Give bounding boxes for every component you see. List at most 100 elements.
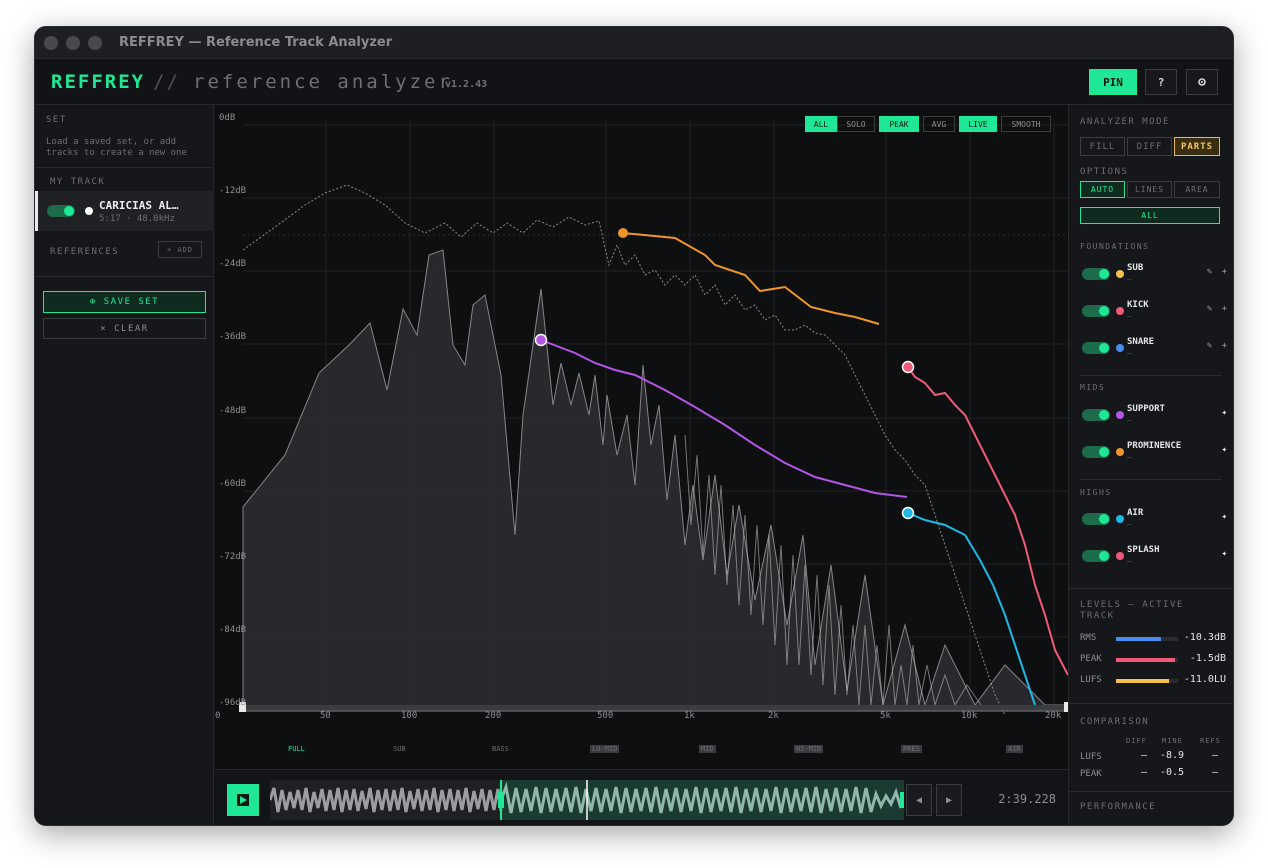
meter-fill xyxy=(1116,679,1169,683)
comparison-mine: -8.9 xyxy=(1160,750,1185,761)
layer-sub-value: — xyxy=(1127,312,1132,321)
waveform-scrubber[interactable] xyxy=(268,780,904,820)
edit-pencil-icon[interactable]: ✎ + xyxy=(1207,341,1227,351)
smooth-button[interactable]: SMOOTH xyxy=(1001,116,1051,132)
live-button[interactable]: LIVE xyxy=(959,116,997,132)
band-full[interactable]: FULL xyxy=(288,745,305,753)
band-mid[interactable]: MID xyxy=(699,745,716,753)
layer-toggle[interactable] xyxy=(1082,550,1110,562)
logo-separator: // xyxy=(153,71,180,93)
sparkle-icon[interactable]: ✦ xyxy=(1222,408,1227,418)
sparkle-icon[interactable]: + xyxy=(1222,267,1227,277)
band-sub[interactable]: SUB xyxy=(393,745,406,753)
play-button[interactable] xyxy=(227,784,259,816)
sparkle-icon[interactable]: + xyxy=(1222,304,1227,314)
layer-toggle[interactable] xyxy=(1082,513,1110,525)
avg-button[interactable]: AVG xyxy=(923,116,955,132)
layer-color-dot xyxy=(1116,344,1124,352)
layer-toggle[interactable] xyxy=(1082,268,1110,280)
comparison-mine: -0.5 xyxy=(1160,767,1185,778)
gear-icon xyxy=(1198,78,1206,86)
x-axis-label: 5k xyxy=(880,711,891,721)
close-window-button[interactable] xyxy=(44,36,58,50)
x-axis-label: 100 xyxy=(401,711,418,721)
set-note: Load a saved set, or add tracks to creat… xyxy=(46,137,187,158)
levels-heading: LEVELS — ACTIVE TRACK xyxy=(1080,600,1184,621)
band-lo-mid[interactable]: LO-MID xyxy=(590,745,620,753)
save-set-button[interactable]: ⊕ SAVE SET xyxy=(43,291,206,313)
track-color-dot xyxy=(85,207,93,215)
layer-toggle[interactable] xyxy=(1082,342,1110,354)
y-axis-label: -24dB xyxy=(219,259,247,269)
y-axis-label: 0dB xyxy=(219,113,236,123)
meter-value: -10.3dB xyxy=(1183,632,1226,643)
layer-name: SUPPORT xyxy=(1127,404,1165,414)
minimize-window-button[interactable] xyxy=(66,36,80,50)
y-axis-label: -84dB xyxy=(219,625,247,635)
right-panel: ANALYZER MODE FILL DIFF PARTS OPTIONS AU… xyxy=(1068,105,1233,825)
y-axis-label: -48dB xyxy=(219,406,247,416)
help-button[interactable]: ? xyxy=(1145,69,1177,95)
band-bass[interactable]: BASS xyxy=(492,745,509,753)
edit-pencil-icon[interactable]: ✎ + xyxy=(1207,267,1227,277)
track-enable-toggle[interactable] xyxy=(47,205,75,217)
sparkle-icon[interactable]: ✦ xyxy=(1222,445,1227,455)
option-auto-button[interactable]: AUTO xyxy=(1080,181,1125,198)
x-axis-label: 10k xyxy=(961,711,978,721)
spectrum-graph[interactable]: 0dB -12dB -24dB -36dB -48dB -60dB -72dB … xyxy=(215,105,1068,721)
layer-prominence[interactable]: PROMINENCE — ✦ xyxy=(1082,441,1227,471)
add-reference-button[interactable]: + ADD xyxy=(158,241,202,258)
sparkle-icon[interactable]: ✦ xyxy=(1222,512,1227,522)
comparison-row-label: PEAK xyxy=(1080,769,1102,779)
comparison-refs: — xyxy=(1212,750,1219,761)
app-version: v1.2.43 xyxy=(445,79,488,90)
band-air[interactable]: AIR xyxy=(1006,745,1023,753)
layer-toggle[interactable] xyxy=(1082,305,1110,317)
x-axis-label: 20k xyxy=(1045,711,1062,721)
layer-snare[interactable]: SNARE — ✎ + xyxy=(1082,337,1227,367)
y-axis-label: -12dB xyxy=(219,186,247,196)
option-lines-button[interactable]: LINES xyxy=(1127,181,1172,198)
all-layers-button[interactable]: ALL xyxy=(1080,207,1220,224)
peak-button[interactable]: PEAK xyxy=(879,116,919,132)
layer-toggle[interactable] xyxy=(1082,446,1110,458)
layer-air[interactable]: AIR — ✦ xyxy=(1082,508,1227,538)
layer-splash[interactable]: SPLASH — ✦ xyxy=(1082,545,1227,575)
layer-toggle[interactable] xyxy=(1082,409,1110,421)
all-button[interactable]: ALL xyxy=(805,116,837,132)
sparkle-icon[interactable]: + xyxy=(1222,341,1227,351)
mode-diff-button[interactable]: DIFF xyxy=(1127,137,1172,156)
meter-fill xyxy=(1116,658,1175,662)
zoom-window-button[interactable] xyxy=(88,36,102,50)
previous-button[interactable]: ◀ xyxy=(906,784,932,816)
comparison-diff: — xyxy=(1141,767,1148,778)
x-axis-label: 0 xyxy=(215,711,221,721)
band-hi-mid[interactable]: HI-MID xyxy=(794,745,824,753)
mode-parts-button[interactable]: PARTS xyxy=(1174,137,1220,156)
settings-button[interactable] xyxy=(1186,69,1218,95)
timecode: 2:39.228 xyxy=(998,792,1056,806)
sparkle-icon[interactable]: ✦ xyxy=(1222,549,1227,559)
solo-button[interactable]: SOLO xyxy=(837,116,875,132)
layer-sub[interactable]: SUB — ✎ + xyxy=(1082,263,1227,293)
x-axis-label: 50 xyxy=(320,711,331,721)
layer-kick[interactable]: KICK — ✎ + xyxy=(1082,300,1227,330)
layer-support[interactable]: SUPPORT — ✦ xyxy=(1082,404,1227,434)
y-axis-label: -36dB xyxy=(219,332,247,342)
option-area-button[interactable]: AREA xyxy=(1174,181,1220,198)
next-button[interactable]: ▶ xyxy=(936,784,962,816)
band-pres[interactable]: PRES xyxy=(901,745,922,753)
transport-bar: ◀ ▶ 2:39.228 xyxy=(215,769,1068,825)
layer-name: SUB xyxy=(1127,263,1144,273)
clear-button[interactable]: × CLEAR xyxy=(43,318,206,339)
layer-name: AIR xyxy=(1127,508,1144,518)
divider xyxy=(35,276,214,277)
mode-fill-button[interactable]: FILL xyxy=(1080,137,1125,156)
layer-color-dot xyxy=(1116,307,1124,315)
pin-button[interactable]: PIN xyxy=(1089,69,1137,95)
comparison-row-label: LUFS xyxy=(1080,752,1102,762)
my-track-row[interactable]: CARICIAS AL… 5:17 · 48.0kHz xyxy=(35,191,214,231)
app-header: REFFREY // reference analyzer v1.2.43 PI… xyxy=(35,59,1233,105)
edit-pencil-icon[interactable]: ✎ + xyxy=(1207,304,1227,314)
meter-label: RMS xyxy=(1080,633,1097,643)
